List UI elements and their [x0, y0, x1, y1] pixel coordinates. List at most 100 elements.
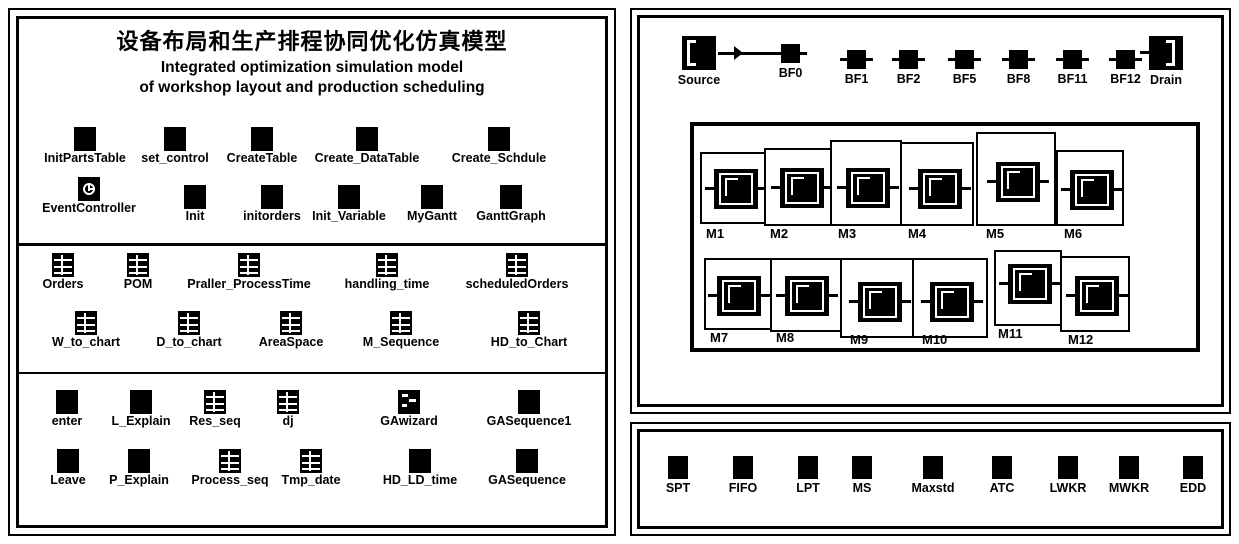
object-bf1[interactable]: BF1	[840, 50, 873, 86]
object-orders[interactable]: Orders	[35, 253, 91, 291]
object-handling-time[interactable]: handling_time	[337, 253, 437, 291]
object-init-parts-table[interactable]: InitPartsTable	[39, 127, 131, 165]
object-gasequence[interactable]: GASequence	[481, 449, 573, 487]
object-label: P_Explain	[109, 473, 169, 487]
rule-fifo[interactable]: FIFO	[729, 456, 757, 495]
machine-label-m1: M1	[706, 226, 725, 241]
object-bf2[interactable]: BF2	[892, 50, 925, 86]
object-initorders[interactable]: initorders	[237, 185, 307, 223]
object-gasequence1[interactable]: GASequence1	[481, 390, 577, 428]
object-event-controller[interactable]: EventController	[39, 177, 139, 215]
object-enter[interactable]: enter	[41, 390, 93, 428]
machine-footprint-m4[interactable]	[900, 142, 974, 226]
machine-footprint-m1[interactable]	[700, 152, 772, 224]
object-source[interactable]: Source	[678, 36, 720, 87]
object-d-to-chart[interactable]: D_to_chart	[143, 311, 235, 349]
method-icon	[1183, 456, 1203, 479]
object-label: AreaSpace	[258, 335, 324, 349]
object-tmp-date[interactable]: Tmp_date	[274, 449, 348, 487]
object-bf11[interactable]: BF11	[1056, 50, 1089, 86]
object-p-explain[interactable]: P_Explain	[101, 449, 177, 487]
object-leave[interactable]: Leave	[41, 449, 95, 487]
object-label: Leave	[50, 473, 86, 487]
object-bf12[interactable]: BF12	[1109, 50, 1142, 86]
method-icon	[421, 185, 443, 209]
machine-icon	[705, 169, 767, 209]
object-bf8[interactable]: BF8	[1002, 50, 1035, 86]
machine-footprint-m8[interactable]	[770, 258, 842, 332]
object-ganttgraph[interactable]: GanttGraph	[471, 185, 551, 223]
method-icon	[923, 456, 943, 479]
object-res-seq[interactable]: Res_seq	[182, 390, 248, 428]
table-icon	[506, 253, 528, 277]
method-icon	[251, 127, 273, 151]
object-label: dj	[282, 414, 294, 428]
method-icon	[338, 185, 360, 209]
object-label: GanttGraph	[476, 209, 546, 223]
object-praller-processtime[interactable]: Praller_ProcessTime	[184, 253, 314, 291]
machine-label-m8: M8	[776, 330, 795, 345]
object-set-control[interactable]: set_control	[132, 127, 218, 165]
rule-edd[interactable]: EDD	[1180, 456, 1206, 495]
object-dj[interactable]: dj	[271, 390, 305, 428]
rule-maxstd[interactable]: Maxstd	[911, 456, 955, 495]
object-label: D_to_chart	[156, 335, 222, 349]
object-l-explain[interactable]: L_Explain	[103, 390, 179, 428]
rule-mwkr[interactable]: MWKR	[1109, 456, 1149, 495]
method-icon	[516, 449, 538, 473]
machine-label-m9: M9	[850, 332, 869, 347]
object-label: BF12	[1110, 72, 1141, 86]
machine-footprint-m9[interactable]	[840, 258, 916, 338]
object-mygantt[interactable]: MyGantt	[399, 185, 465, 223]
object-init[interactable]: Init	[171, 185, 219, 223]
rule-atc[interactable]: ATC	[990, 456, 1014, 495]
object-label: GAwizard	[380, 414, 438, 428]
object-gawizard[interactable]: GAwizard	[371, 390, 447, 428]
table-icon	[518, 311, 540, 335]
object-label: enter	[51, 414, 83, 428]
object-bf5[interactable]: BF5	[948, 50, 981, 86]
machine-footprint-m12[interactable]	[1060, 256, 1130, 332]
table-icon	[219, 449, 241, 473]
object-hd-to-chart[interactable]: HD_to_Chart	[477, 311, 581, 349]
object-area-space[interactable]: AreaSpace	[249, 311, 333, 349]
object-init-variable[interactable]: Init_Variable	[309, 185, 389, 223]
rule-label: SPT	[665, 481, 691, 495]
object-label: GASequence1	[486, 414, 572, 428]
machine-footprint-m11[interactable]	[994, 250, 1062, 326]
machine-footprint-m10[interactable]	[912, 258, 988, 338]
model-frame-right: Source BF0 BF1 BF2 BF5 BF8 BF11 BF12 Dra…	[630, 8, 1231, 414]
object-drain[interactable]: Drain	[1140, 36, 1183, 87]
buffer-icon	[1109, 50, 1142, 69]
method-icon	[356, 127, 378, 151]
rule-lwkr[interactable]: LWKR	[1050, 456, 1086, 495]
table-icon	[52, 253, 74, 277]
machine-footprint-m5[interactable]	[976, 132, 1056, 226]
rule-lpt[interactable]: LPT	[796, 456, 820, 495]
machine-footprint-m7[interactable]	[704, 258, 772, 330]
rule-spt[interactable]: SPT	[666, 456, 690, 495]
rule-label: EDD	[1179, 481, 1207, 495]
object-label: BF1	[844, 72, 869, 86]
method-icon	[409, 449, 431, 473]
object-m-sequence[interactable]: M_Sequence	[353, 311, 449, 349]
machine-footprint-m2[interactable]	[764, 148, 838, 226]
object-hd-ld-time[interactable]: HD_LD_time	[374, 449, 466, 487]
table-icon	[376, 253, 398, 277]
object-process-seq[interactable]: Process_seq	[182, 449, 278, 487]
rule-label: MS	[852, 481, 872, 495]
table-icon	[75, 311, 97, 335]
object-w-to-chart[interactable]: W_to_chart	[39, 311, 133, 349]
object-create-schdule[interactable]: Create_Schdule	[444, 127, 554, 165]
object-create-table[interactable]: CreateTable	[219, 127, 305, 165]
object-create-datatable[interactable]: Create_DataTable	[309, 127, 425, 165]
object-scheduled-orders[interactable]: scheduledOrders	[459, 253, 575, 291]
simulation-model-canvas: 设备布局和生产排程协同优化仿真模型 Integrated optimizatio…	[0, 0, 1239, 544]
object-label: BF8	[1006, 72, 1031, 86]
machine-footprint-m3[interactable]	[830, 140, 902, 226]
rule-ms[interactable]: MS	[852, 456, 872, 495]
object-pom[interactable]: POM	[115, 253, 161, 291]
machine-footprint-m6[interactable]	[1056, 150, 1124, 226]
model-frame-left-inner: 设备布局和生产排程协同优化仿真模型 Integrated optimizatio…	[16, 16, 608, 528]
object-bf0[interactable]: BF0	[774, 44, 807, 80]
